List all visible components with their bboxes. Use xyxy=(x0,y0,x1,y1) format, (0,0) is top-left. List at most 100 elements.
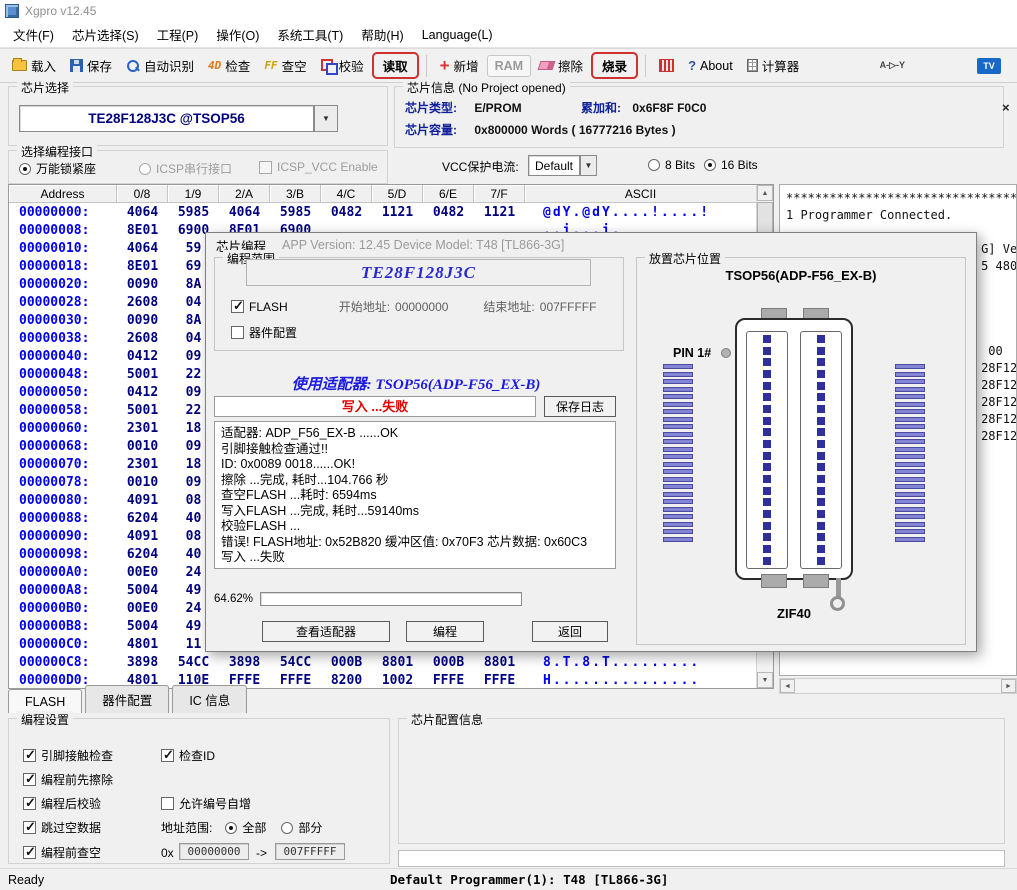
zif-label: ZIF40 xyxy=(735,606,853,621)
save-log-button[interactable]: 保存日志 xyxy=(544,396,616,417)
dialog-program-button[interactable]: 编程 xyxy=(406,621,484,642)
pin-check-checkbox[interactable] xyxy=(23,749,36,762)
vcc-combo[interactable]: Default xyxy=(528,155,580,176)
calculator-button[interactable]: 计算器 xyxy=(741,52,806,79)
program-label: 烧录 xyxy=(602,56,627,75)
load-button[interactable]: 载入 xyxy=(6,52,62,79)
tab-ic-info[interactable]: IC 信息 xyxy=(172,685,247,713)
hex-header-cell: ASCII xyxy=(525,185,757,203)
hex-cell: 8801 xyxy=(372,655,423,670)
adapter-pin xyxy=(895,409,925,414)
socket-hole xyxy=(817,347,825,355)
verify-after-row: 编程后校验 xyxy=(23,795,101,812)
dialog-back-button[interactable]: 返回 xyxy=(532,621,608,642)
menu-item[interactable]: 操作(O) xyxy=(207,21,268,48)
menu-item[interactable]: 芯片选择(S) xyxy=(63,21,148,48)
adapter-pin xyxy=(663,394,693,399)
auto-detect-button[interactable]: 自动识别 xyxy=(120,52,200,79)
dock-close-icon[interactable]: × xyxy=(1002,100,1010,115)
end-address-value: 007FFFFF xyxy=(540,300,597,314)
icsp-radio[interactable] xyxy=(139,163,151,175)
hex-cell: 0412 xyxy=(117,385,168,400)
range-part-radio[interactable] xyxy=(281,822,293,834)
socket-hole xyxy=(763,417,771,425)
menu-item[interactable]: 文件(F) xyxy=(4,21,63,48)
scroll-up-icon: ▲ xyxy=(762,190,769,197)
program-button[interactable]: 烧录 xyxy=(591,52,638,79)
adapter-pin xyxy=(663,379,693,384)
pins-right xyxy=(895,364,925,542)
adapter-pin xyxy=(895,469,925,474)
scroll-up-button[interactable]: ▲ xyxy=(757,185,773,201)
socket-radio[interactable] xyxy=(19,163,31,175)
socket-hole xyxy=(817,358,825,366)
tv-mode-button[interactable]: TV xyxy=(971,54,1007,78)
device-config-row: 器件配置 xyxy=(231,324,297,341)
bits16-radio[interactable] xyxy=(704,159,716,171)
view-adapter-button[interactable]: 查看适配器 xyxy=(262,621,390,642)
blank-check-button[interactable]: FF查空 xyxy=(258,52,312,79)
pin-test-button[interactable]: 4D检查 xyxy=(202,52,256,79)
scroll-right-button[interactable]: ► xyxy=(1001,679,1016,693)
scroll-down-button[interactable]: ▼ xyxy=(757,672,773,688)
chip-select-combo[interactable]: TE28F128J3C @TSOP56 xyxy=(19,105,314,132)
hex-cell: 8801 xyxy=(474,655,525,670)
new-button[interactable]: +新增 xyxy=(434,52,485,79)
bits8-radio[interactable] xyxy=(648,159,660,171)
erase-before-row: 编程前先擦除 xyxy=(23,771,113,788)
range-all-radio[interactable] xyxy=(225,822,237,834)
menu-item[interactable]: 帮助(H) xyxy=(352,21,412,48)
hex-cell: 2608 xyxy=(117,331,168,346)
range-end-field[interactable]: 007FFFFF xyxy=(275,843,345,860)
tab-device-config[interactable]: 器件配置 xyxy=(85,685,169,713)
vcc-dropdown-button[interactable]: ▼ xyxy=(580,155,597,176)
zif-lever xyxy=(836,578,841,598)
save-button[interactable]: 保存 xyxy=(64,52,118,79)
hex-cell: 5001 xyxy=(117,403,168,418)
menu-item[interactable]: Language(L) xyxy=(413,24,502,46)
hex-address: 00000068: xyxy=(9,439,117,454)
hex-row[interactable]: 000000C8:389854CC389854CC000B8801000B880… xyxy=(9,653,757,671)
range-start-field[interactable]: 00000000 xyxy=(179,843,249,860)
menu-item[interactable]: 系统工具(T) xyxy=(268,21,352,48)
scroll-left-button[interactable]: ◄ xyxy=(780,679,795,693)
verify-button[interactable]: 校验 xyxy=(315,52,370,79)
erase-before-label: 编程前先擦除 xyxy=(41,771,113,788)
tab-flash[interactable]: FLASH xyxy=(8,689,82,713)
plus-icon: + xyxy=(440,60,450,72)
icsp-vcc-checkbox[interactable] xyxy=(259,161,272,174)
flash-checkbox[interactable] xyxy=(231,300,244,313)
log-horizontal-scrollbar[interactable]: ◄ ► xyxy=(779,678,1017,694)
hex-header-cell: 1/9 xyxy=(168,185,219,203)
blank-before-row: 编程前查空 xyxy=(23,844,101,861)
erase-button[interactable]: 擦除 xyxy=(533,52,589,79)
verify-after-checkbox[interactable] xyxy=(23,797,36,810)
app-window: Xgpro v12.45 文件(F)芯片选择(S)工程(P)操作(O)系统工具(… xyxy=(0,0,1017,890)
blank-before-checkbox[interactable] xyxy=(23,846,36,859)
range-part-label: 部分 xyxy=(298,819,322,836)
bits16-label: 16 Bits xyxy=(721,158,758,172)
ic-socket-button[interactable] xyxy=(653,55,680,76)
socket-radio-row: 万能锁紧座 xyxy=(19,160,96,177)
about-button[interactable]: ?About xyxy=(682,54,739,77)
socket-hole xyxy=(817,545,825,553)
skip-blank-checkbox[interactable] xyxy=(23,821,36,834)
hex-cell: 5001 xyxy=(117,367,168,382)
dialog-log-line: 查空FLASH ...耗时: 6594ms xyxy=(221,488,609,504)
ram-button[interactable]: RAM xyxy=(487,55,531,77)
chip-type-value: E/PROM xyxy=(474,101,521,115)
read-button[interactable]: 读取 xyxy=(372,52,419,79)
auto-serial-checkbox[interactable] xyxy=(161,797,174,810)
chip-select-dropdown-button[interactable]: ▼ xyxy=(314,105,338,132)
erase-before-checkbox[interactable] xyxy=(23,773,36,786)
hex-row[interactable]: 00000000:4064598540645985048211210482112… xyxy=(9,203,757,221)
dialog-log-line: ID: 0x0089 0018......OK! xyxy=(221,457,609,473)
socket-hole xyxy=(763,405,771,413)
menu-item[interactable]: 工程(P) xyxy=(148,21,208,48)
device-config-checkbox[interactable] xyxy=(231,326,244,339)
check-id-checkbox[interactable] xyxy=(161,749,174,762)
socket-hole xyxy=(817,405,825,413)
hex-cell: 0090 xyxy=(117,313,168,328)
logic-tool-button[interactable]: A-▷-Y xyxy=(874,56,911,75)
holes-left xyxy=(746,331,788,569)
